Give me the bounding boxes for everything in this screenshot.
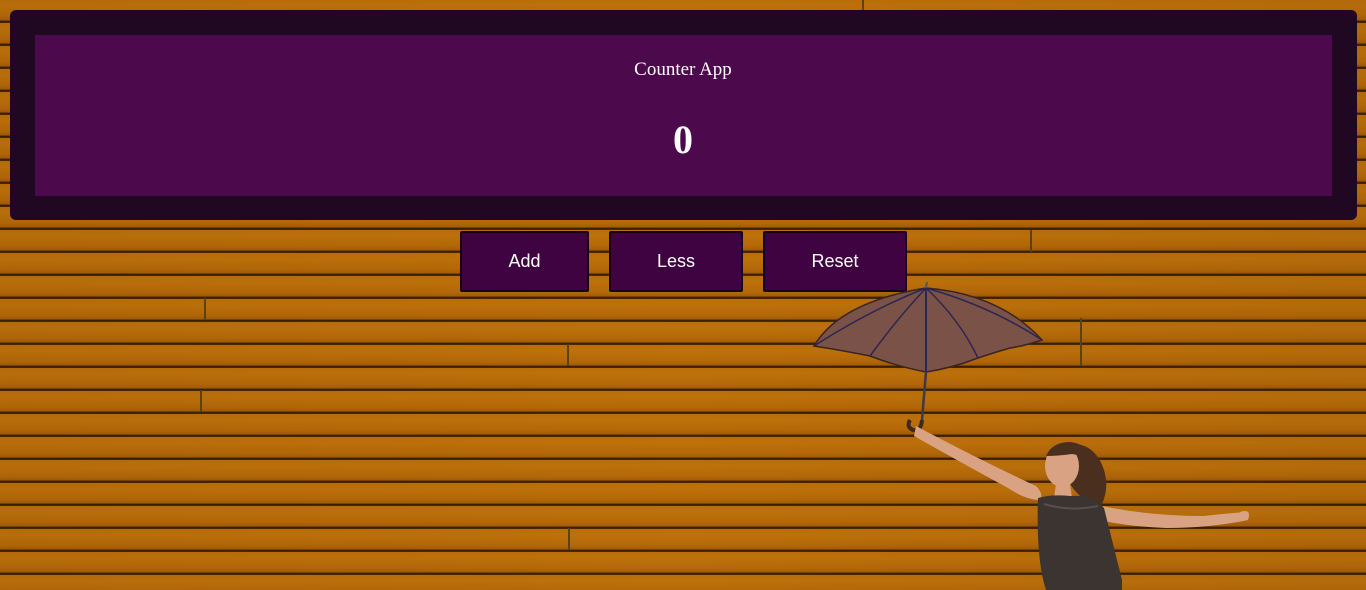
plank-seam [1030, 230, 1032, 252]
less-button[interactable]: Less [609, 231, 743, 292]
plank-seam [200, 390, 202, 412]
plank-seam [204, 298, 206, 320]
add-button[interactable]: Add [460, 231, 589, 292]
woman-with-umbrella-image [812, 281, 1249, 590]
plank-seam [862, 0, 864, 10]
plank-seam [567, 344, 569, 366]
counter-value: 0 [673, 117, 693, 162]
plank-seam [568, 528, 570, 550]
app-title: Counter App [634, 59, 732, 80]
umbrella-icon [812, 281, 1044, 433]
